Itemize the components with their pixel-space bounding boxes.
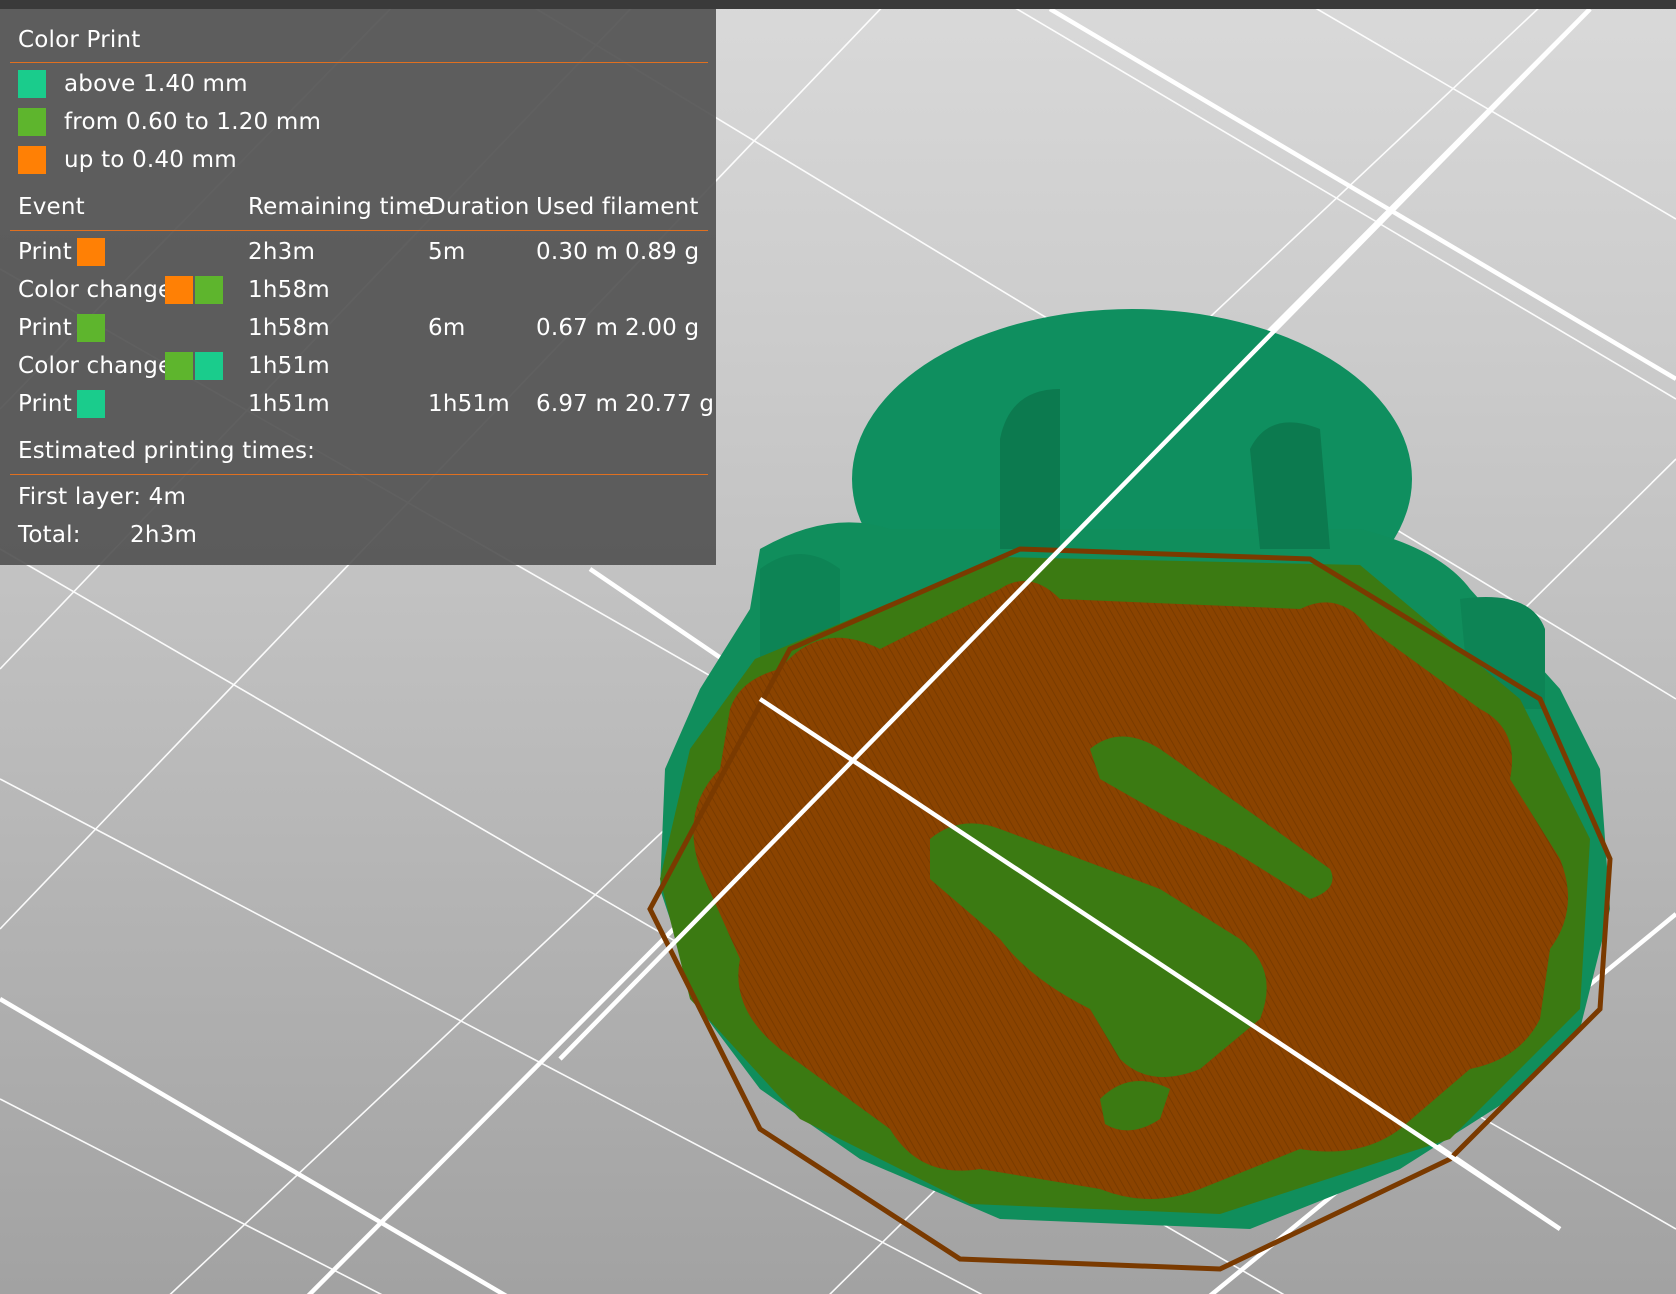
event-color-swatch — [165, 276, 193, 304]
legend-title: Color Print — [18, 27, 141, 53]
separator — [10, 62, 708, 63]
event-remaining: 1h51m — [248, 391, 330, 417]
header-remaining-time: Remaining time — [248, 194, 433, 220]
event-duration: 1h51m — [428, 391, 510, 417]
range-label: above 1.40 mm — [64, 71, 248, 97]
event-remaining: 1h58m — [248, 315, 330, 341]
event-color-swatch — [77, 390, 105, 418]
event-name: Color change — [18, 277, 173, 303]
first-layer-time: First layer: 4m — [18, 484, 187, 510]
event-color-swatch — [77, 314, 105, 342]
event-length: 0.30 m — [536, 239, 619, 265]
event-color-swatch — [165, 352, 193, 380]
event-name: Print — [18, 239, 72, 265]
event-remaining: 1h51m — [248, 353, 330, 379]
color-print-legend: Color Print above 1.40 mm from 0.60 to 1… — [0, 9, 716, 565]
event-remaining: 2h3m — [248, 239, 316, 265]
event-weight: 2.00 g — [625, 315, 700, 341]
event-color-swatch — [195, 352, 223, 380]
event-name: Print — [18, 315, 72, 341]
top-toolbar-strip — [0, 0, 1676, 9]
event-name: Print — [18, 391, 72, 417]
header-used-filament: Used filament — [536, 194, 699, 220]
event-weight: 20.77 g — [625, 391, 715, 417]
range-label: up to 0.40 mm — [64, 147, 237, 173]
color-swatch — [18, 70, 46, 98]
event-color-swatch — [195, 276, 223, 304]
separator — [10, 474, 708, 475]
header-event: Event — [18, 194, 85, 220]
color-swatch — [18, 108, 46, 136]
event-length: 0.67 m — [536, 315, 619, 341]
event-name: Color change — [18, 353, 173, 379]
range-label: from 0.60 to 1.20 mm — [64, 109, 322, 135]
separator — [10, 230, 708, 231]
color-swatch — [18, 146, 46, 174]
sliced-model — [647, 309, 1613, 1272]
estimated-times-title: Estimated printing times: — [18, 438, 316, 464]
event-duration: 5m — [428, 239, 466, 265]
total-value: 2h3m — [130, 522, 198, 548]
event-length: 6.97 m — [536, 391, 619, 417]
event-weight: 0.89 g — [625, 239, 700, 265]
total-label: Total: — [18, 522, 81, 548]
event-duration: 6m — [428, 315, 466, 341]
event-remaining: 1h58m — [248, 277, 330, 303]
event-color-swatch — [77, 238, 105, 266]
header-duration: Duration — [428, 194, 530, 220]
